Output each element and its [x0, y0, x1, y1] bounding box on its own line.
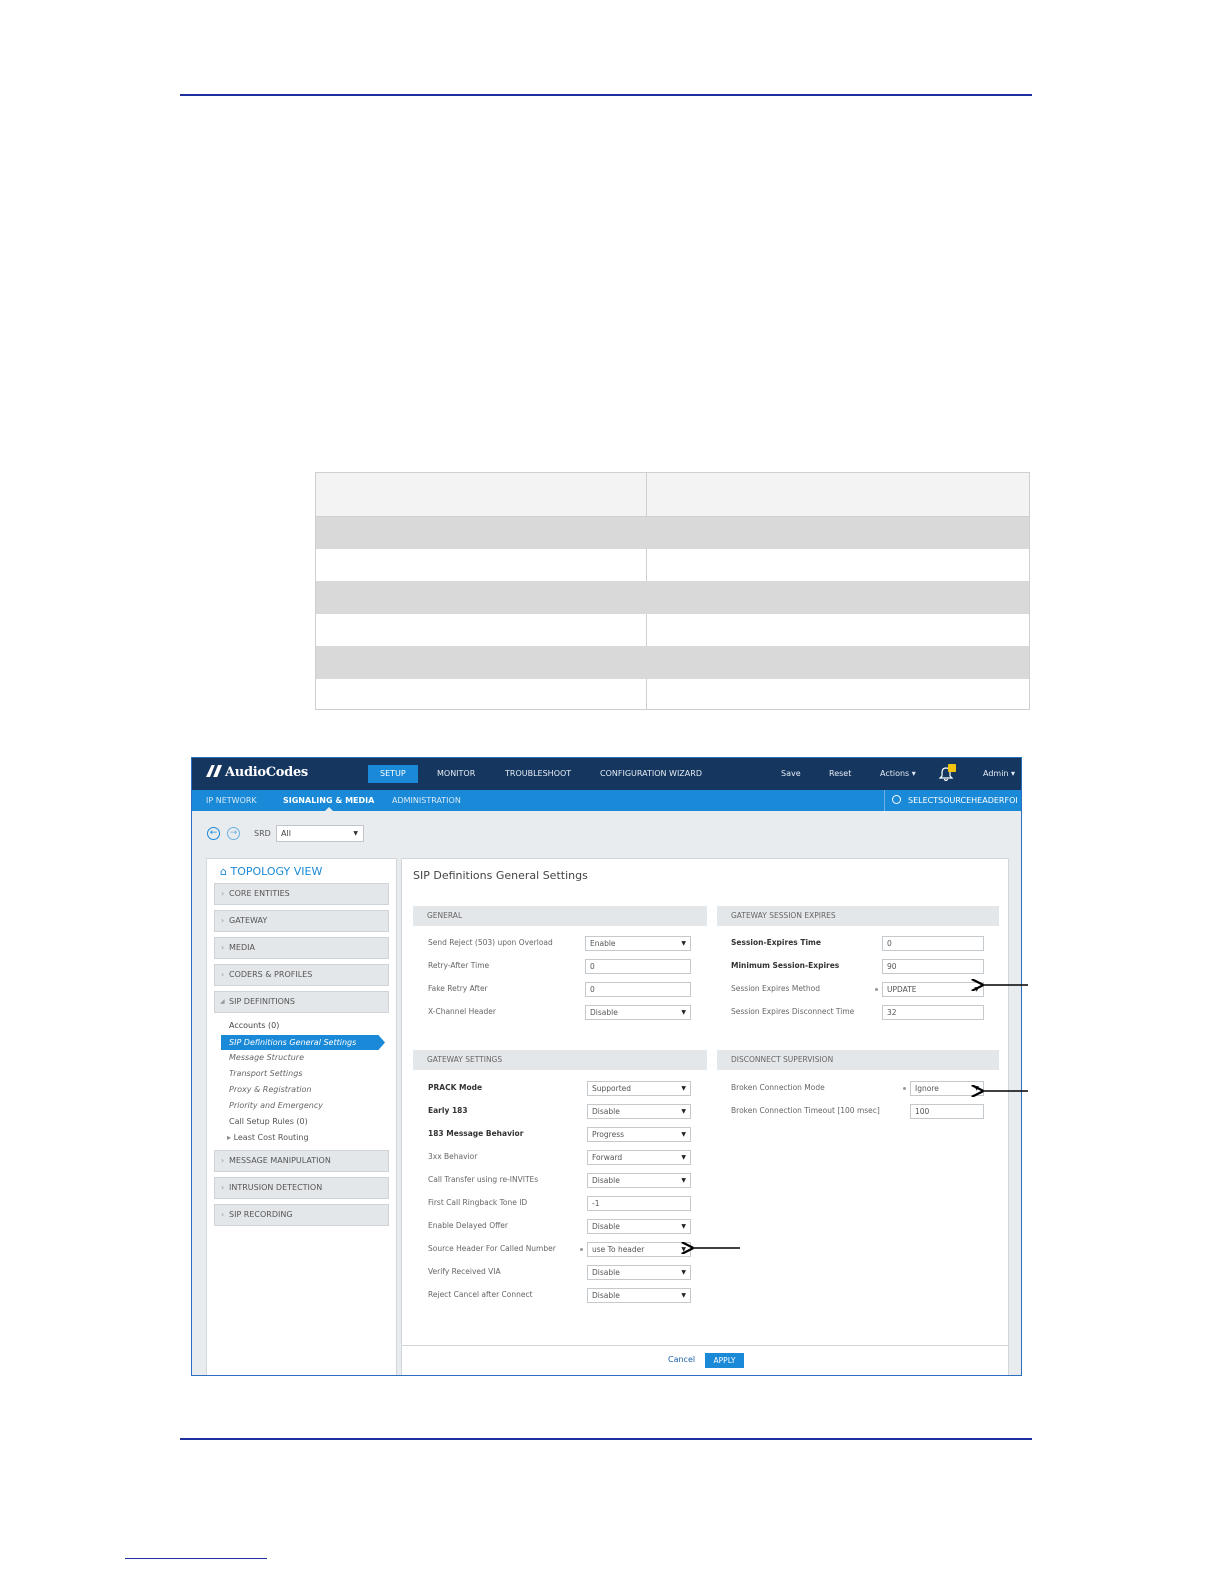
footnote-rule [125, 1558, 267, 1559]
callout-arrows [0, 0, 1028, 1584]
footer-rule [180, 1438, 1032, 1440]
